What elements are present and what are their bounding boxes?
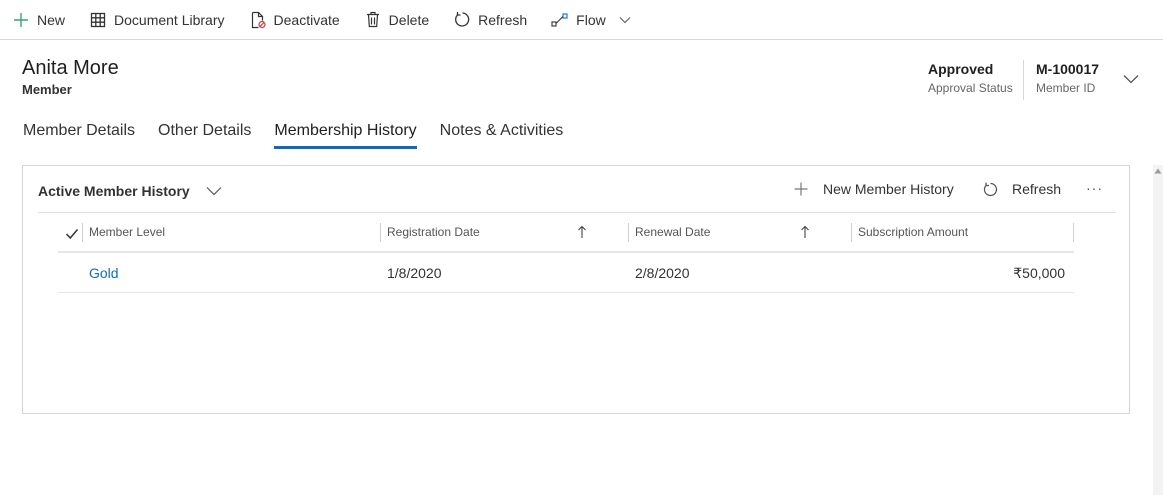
tab-membership-history[interactable]: Membership History bbox=[274, 122, 417, 150]
refresh-icon bbox=[982, 181, 998, 197]
record-entity-name: Member bbox=[22, 82, 72, 97]
record-header: Anita More Member Approved Approval Stat… bbox=[0, 41, 1163, 111]
column-header-registration-date[interactable]: Registration Date bbox=[387, 213, 480, 251]
deactivate-label: Deactivate bbox=[273, 11, 340, 28]
column-divider bbox=[82, 223, 83, 242]
deactivate-icon bbox=[249, 11, 267, 29]
sort-ascending-icon bbox=[578, 225, 586, 238]
header-divider bbox=[1023, 60, 1024, 100]
flow-icon bbox=[551, 11, 569, 29]
tab-notes-activities[interactable]: Notes & Activities bbox=[440, 122, 564, 150]
membership-history-subgrid: Active Member History New Member History… bbox=[22, 165, 1130, 414]
column-header-subscription-amount[interactable]: Subscription Amount bbox=[858, 213, 968, 251]
view-selector[interactable]: Active Member History bbox=[38, 183, 222, 199]
flow-button[interactable]: Flow bbox=[551, 0, 644, 40]
chevron-down-icon bbox=[206, 186, 222, 196]
flow-label: Flow bbox=[576, 11, 606, 28]
trash-icon bbox=[364, 11, 382, 29]
new-button[interactable]: New bbox=[12, 0, 77, 40]
deactivate-button[interactable]: Deactivate bbox=[249, 0, 352, 40]
view-name: Active Member History bbox=[38, 183, 190, 199]
member-id-value: M-100017 bbox=[1036, 61, 1100, 77]
record-title: Anita More bbox=[22, 57, 119, 79]
refresh-icon bbox=[453, 11, 471, 29]
approval-status-value: Approved bbox=[928, 61, 994, 77]
scroll-up-arrow-icon[interactable] bbox=[1154, 168, 1162, 174]
document-library-button[interactable]: Document Library bbox=[89, 0, 237, 40]
new-button-label: New bbox=[37, 11, 66, 28]
plus-icon bbox=[793, 181, 809, 197]
delete-button[interactable]: Delete bbox=[364, 0, 441, 40]
delete-label: Delete bbox=[388, 11, 430, 28]
tab-member-details[interactable]: Member Details bbox=[23, 122, 135, 150]
tab-other-details[interactable]: Other Details bbox=[158, 122, 251, 150]
new-member-history-button[interactable]: New Member History bbox=[793, 181, 954, 197]
document-library-label: Document Library bbox=[114, 11, 225, 28]
member-id-label: Member ID bbox=[1036, 81, 1096, 95]
table-row[interactable]: Gold 1/8/2020 2/8/2020 ₹50,000 bbox=[58, 253, 1074, 293]
chevron-down-icon bbox=[1123, 71, 1139, 89]
subgrid-refresh-label: Refresh bbox=[1012, 181, 1062, 197]
more-commands-icon[interactable]: ··· bbox=[1086, 180, 1103, 196]
column-divider bbox=[1073, 223, 1074, 242]
vertical-scrollbar[interactable] bbox=[1153, 165, 1163, 495]
sort-ascending-icon bbox=[801, 225, 809, 238]
cell-renewal-date: 2/8/2020 bbox=[635, 265, 690, 281]
cell-registration-date: 1/8/2020 bbox=[387, 265, 442, 281]
command-bar: New Document Library Deactivate Delete R… bbox=[0, 0, 1163, 40]
cell-subscription-amount: ₹50,000 bbox=[1013, 265, 1065, 281]
grid-icon bbox=[89, 11, 107, 29]
select-all-checkmark-icon[interactable] bbox=[65, 227, 79, 240]
header-field-approval-status: Approved Approval Status bbox=[928, 61, 1013, 95]
form-tabs: Member Details Other Details Membership … bbox=[23, 122, 586, 152]
plus-icon bbox=[12, 11, 30, 29]
column-header-renewal-date[interactable]: Renewal Date bbox=[635, 213, 710, 251]
cell-member-level-link[interactable]: Gold bbox=[89, 265, 119, 281]
subgrid-refresh-button[interactable]: Refresh bbox=[982, 181, 1061, 197]
header-field-member-id: M-100017 Member ID bbox=[1036, 61, 1099, 95]
new-member-history-label: New Member History bbox=[823, 181, 954, 197]
header-expand-button[interactable] bbox=[1121, 70, 1141, 90]
chevron-down-icon[interactable] bbox=[618, 13, 632, 27]
column-header-member-level[interactable]: Member Level bbox=[89, 213, 165, 251]
approval-status-label: Approval Status bbox=[928, 81, 1013, 95]
column-divider bbox=[380, 223, 381, 242]
refresh-button[interactable]: Refresh bbox=[453, 0, 539, 40]
refresh-label: Refresh bbox=[478, 11, 528, 28]
column-divider bbox=[628, 223, 629, 242]
column-divider bbox=[851, 223, 852, 242]
